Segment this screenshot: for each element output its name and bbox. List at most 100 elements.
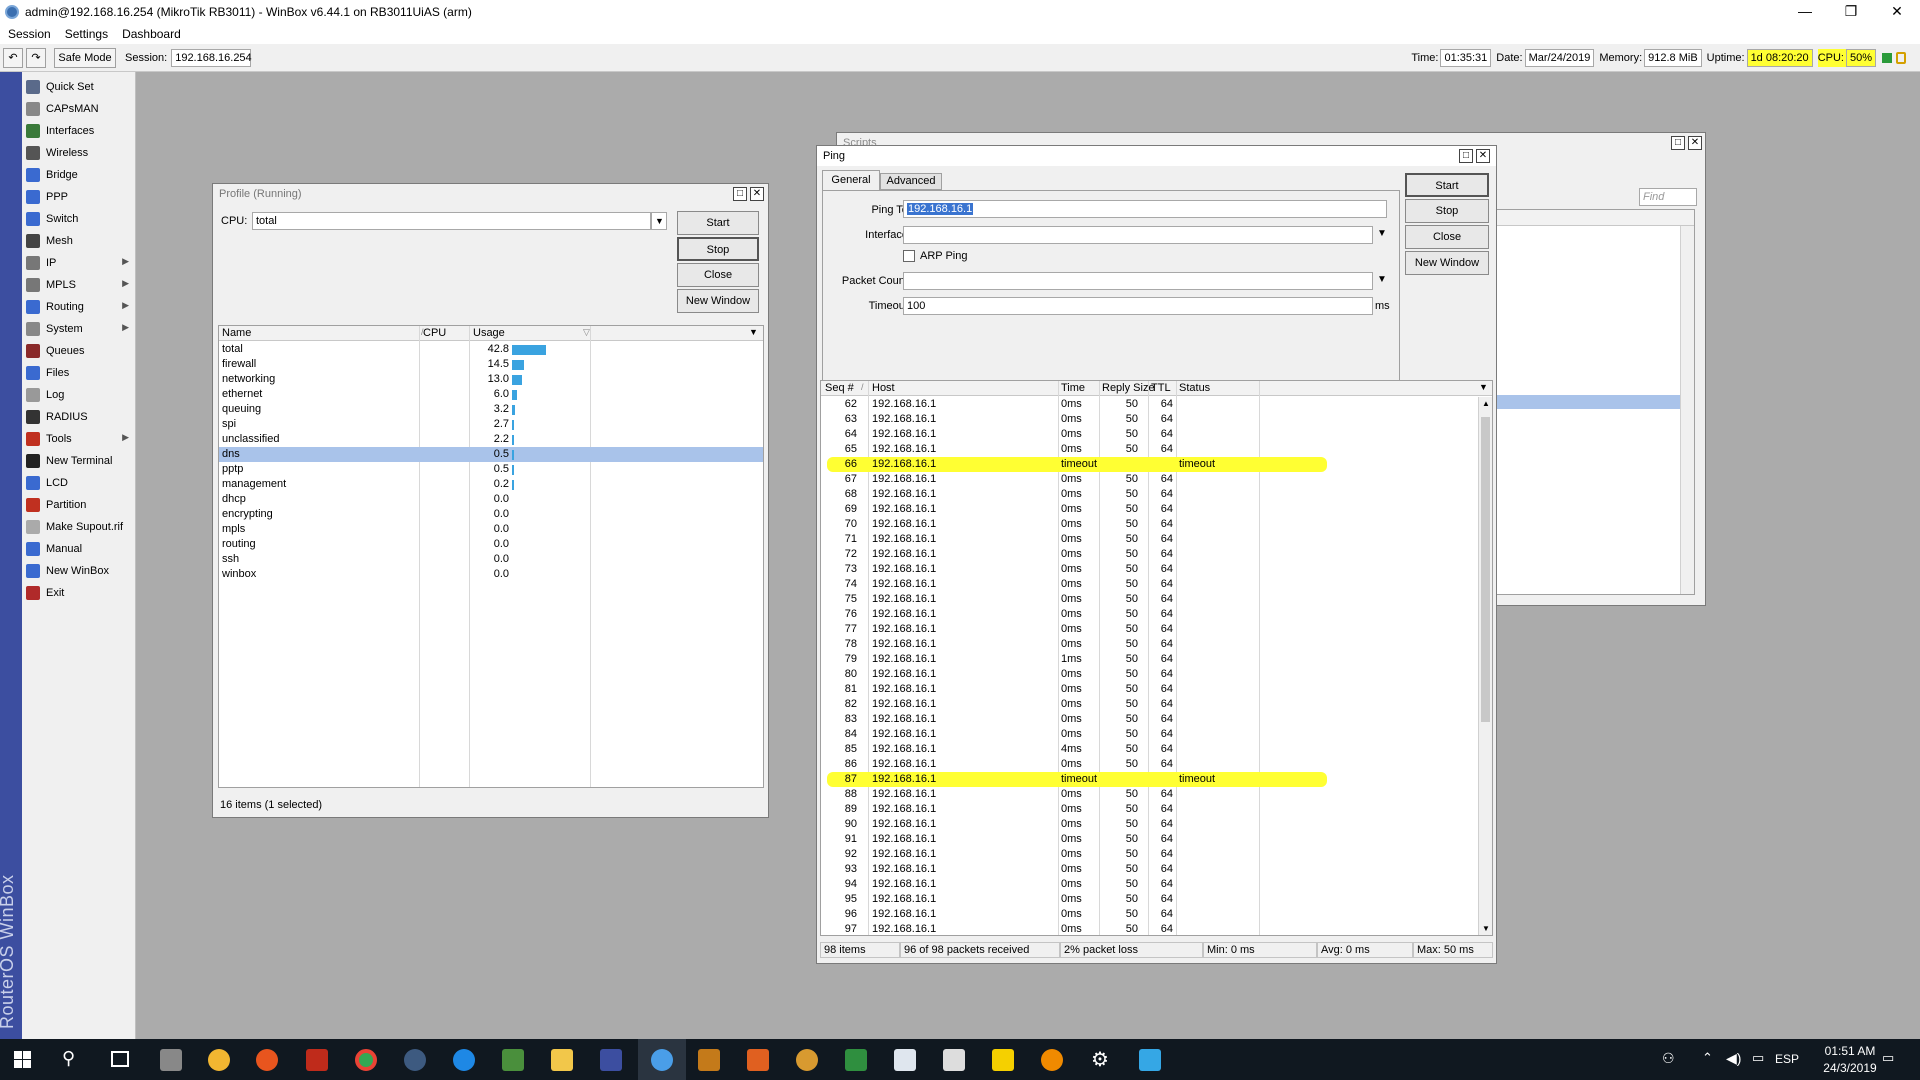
table-row[interactable]: 65 192.168.16.1 0ms 50 64 [821,442,1480,457]
chevron-up-icon[interactable]: ⌃ [1702,1050,1713,1066]
winbox-taskbar-icon[interactable] [651,1049,673,1071]
table-row[interactable]: 88 192.168.16.1 0ms 50 64 [821,787,1480,802]
interface-select[interactable] [903,226,1373,244]
table-row[interactable]: 64 192.168.16.1 0ms 50 64 [821,427,1480,442]
table-row[interactable]: 76 192.168.16.1 0ms 50 64 [821,607,1480,622]
table-row[interactable]: 89 192.168.16.1 0ms 50 64 [821,802,1480,817]
table-row[interactable]: encrypting 0.0 [219,507,763,522]
settings-gear-icon[interactable]: ⚙ [1091,1047,1109,1072]
column-ttl[interactable]: TTL [1151,382,1171,394]
table-row[interactable]: 92 192.168.16.1 0ms 50 64 [821,847,1480,862]
session-field[interactable]: 192.168.16.254 [171,48,252,67]
language-indicator[interactable]: ESP [1775,1052,1799,1066]
sidebar-item-log[interactable]: Log [22,384,135,406]
tab-advanced[interactable]: Advanced [880,173,942,190]
column-cpu[interactable]: CPU [423,327,446,339]
start-button[interactable]: Start [677,211,759,235]
table-row[interactable]: 74 192.168.16.1 0ms 50 64 [821,577,1480,592]
table-row[interactable]: 91 192.168.16.1 0ms 50 64 [821,832,1480,847]
close-icon[interactable]: ✕ [1476,149,1490,163]
table-row[interactable]: unclassified 2.2 [219,432,763,447]
packet-count-input[interactable] [903,272,1373,290]
column-host[interactable]: Host [872,382,895,394]
stop-button[interactable]: Stop [1405,199,1489,223]
filezilla-icon[interactable] [306,1049,328,1071]
maximize-icon[interactable]: □ [1459,149,1473,163]
sidebar-item-exit[interactable]: Exit [22,582,135,604]
cpu-select[interactable]: total [252,212,651,230]
sidebar-item-lcd[interactable]: LCD [22,472,135,494]
scroll-up-icon[interactable]: ▲ [1482,399,1490,408]
app-icon[interactable] [796,1049,818,1071]
table-row[interactable]: 63 192.168.16.1 0ms 50 64 [821,412,1480,427]
sidebar-item-make-supout-rif[interactable]: Make Supout.rif [22,516,135,538]
start-button[interactable]: Start [1405,173,1489,197]
people-icon[interactable]: ⚇ [1662,1050,1675,1067]
maximize-icon[interactable]: □ [733,187,747,201]
table-row[interactable]: ssh 0.0 [219,552,763,567]
table-row[interactable]: 78 192.168.16.1 0ms 50 64 [821,637,1480,652]
network-icon[interactable]: ▭ [1752,1050,1764,1066]
ping-to-input[interactable]: 192.168.16.1 [903,200,1387,218]
dropdown-icon[interactable]: ▼ [1377,274,1387,285]
table-row[interactable]: 66 192.168.16.1 timeout timeout [821,457,1480,472]
table-row[interactable]: 96 192.168.16.1 0ms 50 64 [821,907,1480,922]
dropdown-icon[interactable]: ▼ [1377,228,1387,239]
table-row[interactable]: 73 192.168.16.1 0ms 50 64 [821,562,1480,577]
table-row[interactable]: dhcp 0.0 [219,492,763,507]
sidebar-item-system[interactable]: System ▶ [22,318,135,340]
column-seq[interactable]: Seq # [825,382,854,394]
profile-window[interactable]: Profile (Running) □ ✕ CPU: total ▼ Start… [212,183,769,818]
clock-time[interactable]: 01:51 AM [1820,1044,1880,1058]
table-row[interactable]: dns 0.5 [219,447,763,462]
redo-button[interactable]: ↷ [26,47,46,68]
table-row[interactable]: firewall 14.5 [219,357,763,372]
table-row[interactable]: 81 192.168.16.1 0ms 50 64 [821,682,1480,697]
sidebar-item-new-winbox[interactable]: New WinBox [22,560,135,582]
minimize-button[interactable]: — [1782,0,1828,24]
volume-icon[interactable]: ◀) [1726,1050,1741,1067]
sidebar-item-mpls[interactable]: MPLS ▶ [22,274,135,296]
sidebar-item-routing[interactable]: Routing ▶ [22,296,135,318]
table-row[interactable]: 71 192.168.16.1 0ms 50 64 [821,532,1480,547]
column-time[interactable]: Time [1061,382,1085,394]
save-app-icon[interactable] [600,1049,622,1071]
menu-dashboard[interactable]: Dashboard [122,27,181,41]
table-row[interactable]: 87 192.168.16.1 timeout timeout [821,772,1480,787]
ping-window[interactable]: Ping □ ✕ General Advanced Ping To: 192.1… [816,145,1497,964]
scroll-down-icon[interactable]: ▼ [1482,924,1490,933]
task-view-icon[interactable] [111,1051,129,1067]
firefox-icon[interactable] [256,1049,278,1071]
sidebar-item-bridge[interactable]: Bridge [22,164,135,186]
timeout-input[interactable]: 100 [903,297,1373,315]
sidebar-item-manual[interactable]: Manual [22,538,135,560]
table-row[interactable]: routing 0.0 [219,537,763,552]
table-row[interactable]: 77 192.168.16.1 0ms 50 64 [821,622,1480,637]
ping-scrollbar[interactable]: ▲ ▼ [1478,397,1492,935]
player-icon[interactable] [992,1049,1014,1071]
search-icon[interactable]: ⚲ [62,1048,75,1069]
file-explorer-icon[interactable] [551,1049,573,1071]
table-row[interactable]: spi 2.7 [219,417,763,432]
table-row[interactable]: management 0.2 [219,477,763,492]
app-icon[interactable] [404,1049,426,1071]
table-row[interactable]: pptp 0.5 [219,462,763,477]
chrome-icon[interactable] [355,1049,377,1071]
column-menu-icon[interactable]: ▼ [1479,382,1488,392]
table-row[interactable]: 86 192.168.16.1 0ms 50 64 [821,757,1480,772]
sidebar-item-partition[interactable]: Partition [22,494,135,516]
menu-settings[interactable]: Settings [65,27,108,41]
table-row[interactable]: 83 192.168.16.1 0ms 50 64 [821,712,1480,727]
new-window-button[interactable]: New Window [677,289,759,313]
table-row[interactable]: winbox 0.0 [219,567,763,582]
table-row[interactable]: 68 192.168.16.1 0ms 50 64 [821,487,1480,502]
arp-ping-checkbox[interactable] [903,250,915,262]
sidebar-item-files[interactable]: Files [22,362,135,384]
sidebar-item-radius[interactable]: RADIUS [22,406,135,428]
column-reply-size[interactable]: Reply Size [1102,382,1155,394]
sidebar-item-new-terminal[interactable]: New Terminal [22,450,135,472]
close-button[interactable]: Close [677,263,759,287]
table-row[interactable]: 90 192.168.16.1 0ms 50 64 [821,817,1480,832]
scroll-thumb[interactable] [1481,417,1490,722]
maximize-icon[interactable]: □ [1671,136,1685,150]
